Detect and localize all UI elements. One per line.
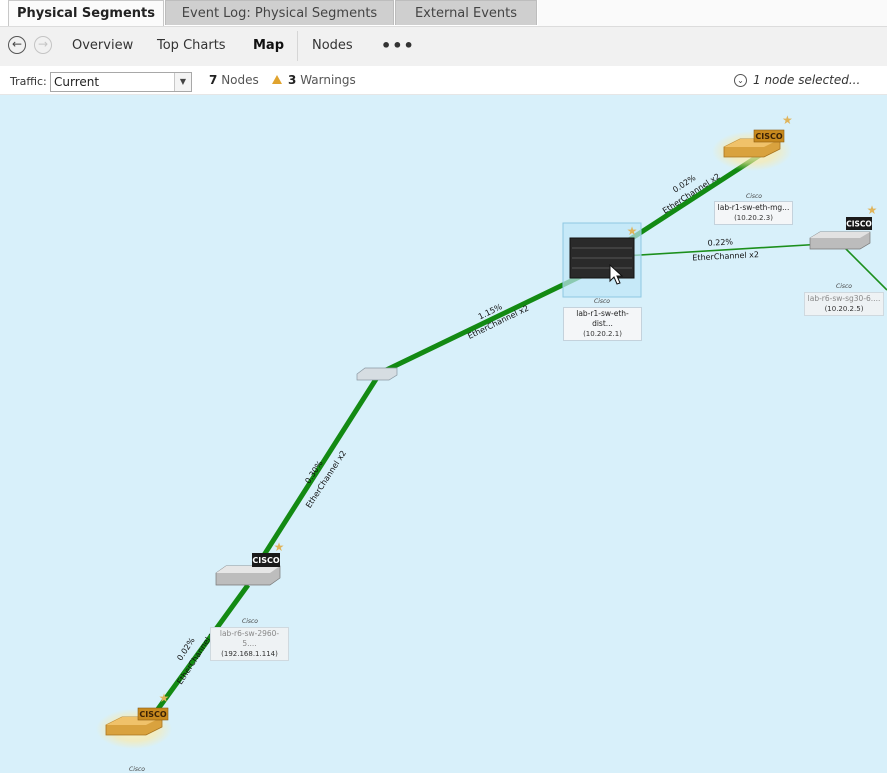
topology-map[interactable]: 0.02% EtherChannel x2 0.22% EtherChannel…: [0, 95, 887, 773]
traffic-select-value: Current: [54, 75, 100, 89]
nav-overview[interactable]: Overview: [72, 38, 133, 53]
nodes-count[interactable]: 7 Nodes: [209, 73, 259, 87]
node-label-dist[interactable]: lab-r1-sw-eth-dist... (10.20.2.1): [563, 307, 642, 341]
star-icon[interactable]: ★: [274, 540, 285, 554]
traffic-select[interactable]: Current ▼: [50, 72, 192, 92]
selection-status[interactable]: 1 node selected...: [753, 73, 860, 87]
nav-nodes[interactable]: Nodes: [312, 38, 353, 53]
node-vendor: Cisco: [836, 283, 852, 290]
star-icon[interactable]: ★: [627, 224, 638, 238]
router-node-bottom[interactable]: CISCO ★: [96, 691, 172, 749]
arrow-left-icon[interactable]: ←: [8, 36, 26, 54]
warnings-count-label: Warnings: [300, 73, 356, 87]
cisco-logo-text: CISCO: [252, 556, 279, 565]
router-node-mgmt[interactable]: CISCO ★: [712, 113, 793, 171]
cisco-logo-text: CISCO: [846, 220, 872, 229]
node-vendor: Cisco: [746, 193, 762, 200]
toolbar-separator: [297, 31, 298, 61]
cisco-logo-text: CISCO: [139, 710, 166, 719]
cisco-logo-text: CISCO: [755, 132, 782, 141]
node-vendor: Cisco: [129, 766, 145, 773]
node-name: lab-r1-sw-eth-mg...: [717, 203, 790, 212]
star-icon[interactable]: ★: [159, 691, 170, 705]
node-ip: (10.20.2.1): [583, 330, 622, 338]
switch-icon-top: [810, 232, 870, 238]
node-ip: (10.20.2.3): [734, 214, 773, 222]
node-vendor: Cisco: [242, 618, 258, 625]
nodes-count-label: Nodes: [221, 73, 259, 87]
switch-node-sg30[interactable]: CISCO ★: [809, 203, 878, 250]
tab-physical-segments[interactable]: Physical Segments: [8, 0, 164, 26]
warning-icon: [272, 75, 282, 84]
star-icon[interactable]: ★: [867, 203, 878, 217]
tab-bar-fill: [538, 0, 887, 26]
link-label-pct: 0.22%: [707, 237, 733, 247]
nodes-count-value: 7: [209, 73, 218, 87]
hub-node[interactable]: [356, 367, 398, 381]
tab-external-events[interactable]: External Events: [395, 0, 537, 25]
ellipsis-icon[interactable]: •••: [381, 36, 415, 55]
warnings-count[interactable]: 3 Warnings: [288, 73, 356, 87]
traffic-label: Traffic:: [10, 75, 47, 88]
tab-event-log[interactable]: Event Log: Physical Segments: [165, 0, 394, 25]
node-ip: (10.20.2.5): [824, 305, 864, 313]
node-name: lab-r6-sw-2960-5....: [219, 629, 280, 648]
chevron-circle-down-icon[interactable]: ⌄: [734, 74, 747, 87]
switch-node-2960[interactable]: CISCO ★: [215, 540, 285, 586]
node-ip: (192.168.1.114): [221, 650, 278, 658]
nav-top-charts[interactable]: Top Charts: [157, 38, 226, 53]
nav-map[interactable]: Map: [253, 38, 284, 53]
switch-icon-top: [216, 566, 280, 573]
hub-icon: [356, 367, 398, 381]
switch-node-dist[interactable]: ★: [562, 222, 642, 298]
link-labels: 0.02% EtherChannel x2 0.22% EtherChannel…: [175, 172, 759, 686]
warnings-count-value: 3: [288, 73, 297, 87]
chevron-down-icon[interactable]: ▼: [174, 73, 191, 91]
node-vendor: Cisco: [594, 298, 610, 305]
node-label-mgmt[interactable]: lab-r1-sw-eth-mg... (10.20.2.3): [714, 201, 793, 225]
toolbar: ← → Overview Top Charts Map Nodes •••: [0, 26, 887, 66]
node-name: lab-r6-sw-sg30-6....: [807, 294, 881, 303]
tab-bar: Physical Segments Event Log: Physical Se…: [0, 0, 887, 26]
node-name: lab-r1-sw-eth-dist...: [576, 309, 629, 328]
arrow-right-icon[interactable]: →: [34, 36, 52, 54]
node-label-sg30[interactable]: lab-r6-sw-sg30-6.... (10.20.2.5): [804, 292, 884, 316]
node-label-2960[interactable]: lab-r6-sw-2960-5.... (192.168.1.114): [210, 627, 289, 661]
star-icon[interactable]: ★: [782, 113, 793, 127]
filter-bar: Traffic: Current ▼ 7 Nodes 3 Warnings ⌄ …: [0, 66, 887, 95]
